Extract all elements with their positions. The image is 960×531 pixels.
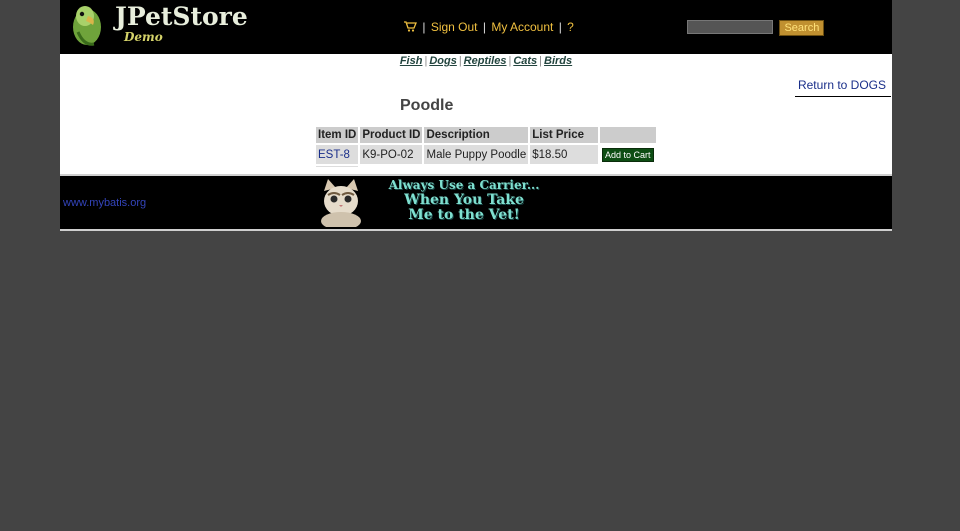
description-cell: Male Puppy Poodle bbox=[424, 145, 529, 164]
item-table: Item ID Product ID Description List Pric… bbox=[314, 125, 658, 169]
banner-text: Always Use a Carrier... When You Take Me… bbox=[364, 178, 564, 223]
jpetstore-logo[interactable]: JPetStore Demo bbox=[68, 2, 248, 48]
search-form: Search bbox=[687, 20, 825, 38]
table-row: EST-8 K9-PO-02 Male Puppy Poodle $18.50 … bbox=[316, 145, 656, 164]
return-to-dogs-link[interactable]: Return to DOGS bbox=[798, 78, 886, 92]
banner-line: When You Take bbox=[404, 192, 524, 208]
quick-link-separator: | bbox=[458, 55, 462, 67]
column-header-product-id: Product ID bbox=[360, 127, 423, 143]
search-input[interactable] bbox=[687, 20, 773, 34]
column-header-description: Description bbox=[424, 127, 529, 143]
quick-link-cats[interactable]: Cats bbox=[513, 55, 537, 67]
header-menu: | Sign Out | My Account | ? bbox=[403, 20, 574, 36]
main-content: Fish | Dogs | Reptiles | Cats | Birds Return to … bbox=[60, 54, 892, 174]
banner-line: Me to the Vet! bbox=[408, 207, 520, 223]
logo-title: JPetStore bbox=[115, 2, 248, 31]
quick-link-separator: | bbox=[539, 55, 543, 67]
search-button[interactable]: Search bbox=[779, 20, 825, 36]
table-footer-cell bbox=[424, 166, 529, 167]
back-link-container: Return to DOGS bbox=[795, 78, 891, 97]
quick-link-reptiles[interactable]: Reptiles bbox=[464, 55, 507, 67]
menu-separator: | bbox=[482, 20, 486, 34]
quick-link-birds[interactable]: Birds bbox=[544, 55, 572, 67]
add-to-cart-button[interactable]: Add to Cart bbox=[602, 147, 654, 162]
table-footer-cell bbox=[360, 166, 423, 167]
table-footer-row bbox=[316, 166, 656, 167]
cat-icon bbox=[321, 179, 361, 227]
price-cell: $18.50 bbox=[530, 145, 598, 164]
column-header-item-id: Item ID bbox=[316, 127, 359, 143]
sign-out-link[interactable]: Sign Out bbox=[431, 20, 478, 34]
footer-bar: www.mybatis.org Always Use a Carrier... … bbox=[60, 174, 892, 231]
logo-subtitle: Demo bbox=[124, 30, 163, 44]
page-title: Poodle bbox=[400, 97, 454, 114]
item-id-cell: EST-8 bbox=[316, 145, 359, 164]
column-header-action bbox=[600, 127, 656, 143]
quick-link-separator: | bbox=[508, 55, 512, 67]
table-footer-cell bbox=[600, 166, 656, 167]
mybatis-link[interactable]: www.mybatis.org bbox=[63, 197, 146, 209]
my-account-link[interactable]: My Account bbox=[491, 20, 553, 34]
quick-links: Fish | Dogs | Reptiles | Cats | Birds bbox=[60, 55, 892, 71]
page-container: JPetStore Demo | Sign Out | My Account |… bbox=[60, 0, 892, 231]
banner-line: Always Use a Carrier... bbox=[388, 178, 540, 192]
action-cell: Add to Cart bbox=[600, 145, 656, 164]
quick-link-dogs[interactable]: Dogs bbox=[429, 55, 457, 67]
cart-icon[interactable] bbox=[403, 20, 417, 35]
item-id-link[interactable]: EST-8 bbox=[318, 149, 350, 161]
carrier-banner[interactable]: Always Use a Carrier... When You Take Me… bbox=[318, 176, 548, 227]
table-footer-cell bbox=[316, 166, 359, 167]
quick-link-separator: | bbox=[424, 55, 428, 67]
header-bar: JPetStore Demo | Sign Out | My Account |… bbox=[60, 0, 892, 54]
quick-link-fish[interactable]: Fish bbox=[400, 55, 423, 67]
column-header-list-price: List Price bbox=[530, 127, 598, 143]
table-header-row: Item ID Product ID Description List Pric… bbox=[316, 127, 656, 143]
menu-separator: | bbox=[558, 20, 562, 34]
menu-separator: | bbox=[422, 20, 426, 34]
table-footer-cell bbox=[530, 166, 598, 167]
product-id-cell: K9-PO-02 bbox=[360, 145, 423, 164]
help-link[interactable]: ? bbox=[567, 20, 574, 34]
